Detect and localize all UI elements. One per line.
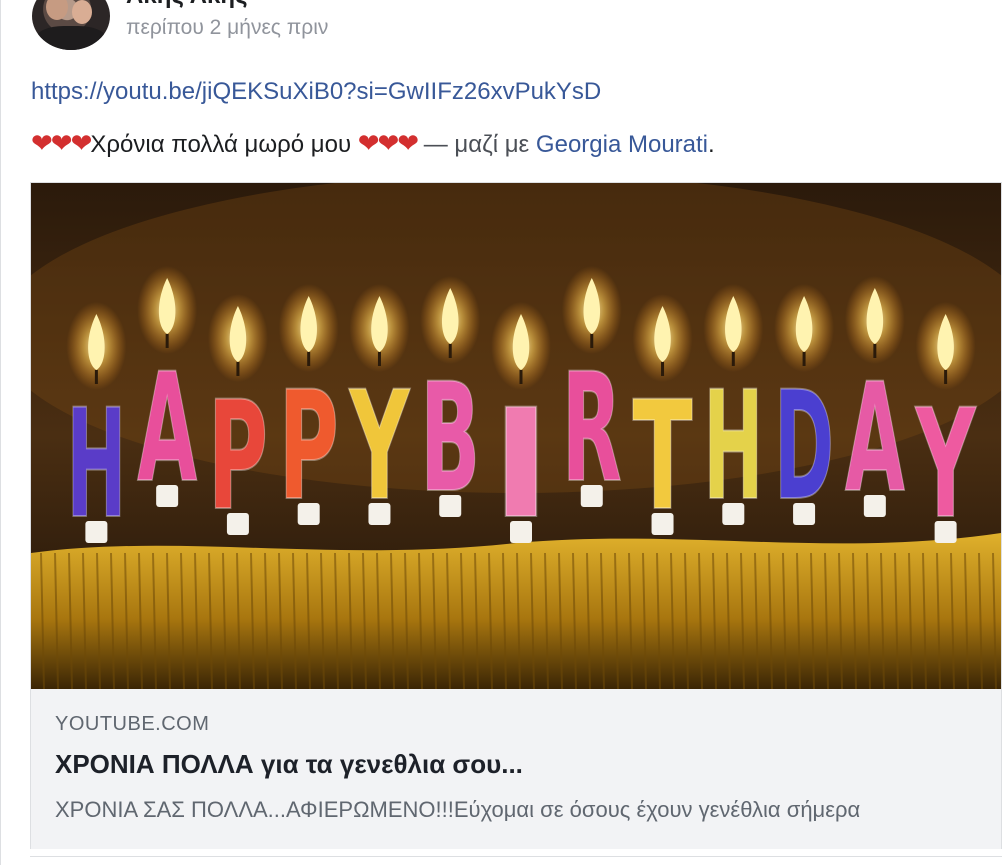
candle-8: T: [632, 294, 694, 545]
candle-holder: [297, 503, 320, 525]
candle-12: Y: [914, 302, 978, 553]
candle-holder: [510, 521, 532, 543]
author-name[interactable]: Ακης Ακης: [126, 0, 248, 10]
candle-9: H: [702, 284, 764, 535]
heart-icon: ❤❤❤: [31, 128, 92, 158]
candle-3: P: [278, 284, 340, 535]
candle-holder: [85, 521, 108, 543]
candle-10: D: [773, 284, 835, 535]
candle-7: R: [561, 266, 623, 517]
candle-holder: [863, 495, 886, 517]
post-header: Ακης Ακης περίπου 2 μήνες πριν: [32, 0, 992, 52]
preview-meta[interactable]: YOUTUBE.COM ΧΡΟΝΙΑ ΠΟΛΛΑ για τα γενεθλια…: [31, 689, 1001, 849]
avatar-face-right: [72, 0, 92, 24]
heart-icon: ❤❤❤: [357, 128, 419, 158]
candle-holder: [368, 503, 391, 525]
caption-end: .: [708, 131, 715, 158]
preview-description: ΧΡΟΝΙΑ ΣΑΣ ΠΟΛΛΑ...ΑΦΙΕΡΩΜΕΝΟ!!!Εύχομαι …: [55, 797, 861, 822]
link-preview-card[interactable]: HAPPYBIRTHDAY YOUTUBE.COM ΧΡΟΝΙΑ ΠΟΛΛΑ γ…: [30, 182, 1002, 849]
candle-holder: [722, 503, 745, 525]
avatar-face-left: [46, 0, 68, 20]
candle-5: B: [419, 276, 481, 527]
facebook-post-embed: Ακης Ακης περίπου 2 μήνες πριν https://y…: [0, 0, 1005, 865]
preview-thumbnail[interactable]: HAPPYBIRTHDAY: [31, 183, 1001, 689]
candle-holder: [226, 513, 249, 535]
tagged-person-link[interactable]: Georgia Mourati: [536, 131, 708, 158]
candle-1: A: [136, 266, 198, 517]
author-avatar[interactable]: [32, 0, 110, 50]
candle-holder: [651, 513, 674, 535]
candle-0: H: [65, 302, 127, 553]
post-caption: ❤❤❤Χρόνια πολλά μωρό μου ❤❤❤ — μαζί με G…: [31, 126, 715, 162]
candle-holder: [793, 503, 816, 525]
divider: [30, 856, 1002, 857]
with-prefix: — μαζί με: [417, 131, 536, 158]
candle-2: P: [207, 294, 269, 545]
candle-holder: [580, 485, 603, 507]
preview-domain: YOUTUBE.COM: [55, 713, 210, 735]
shared-link-url[interactable]: https://youtu.be/jiQEKSuXiB0?si=GwIIFz26…: [31, 76, 601, 108]
candle-11: A: [844, 276, 906, 527]
facebook-logo-icon[interactable]: [964, 0, 1005, 16]
post-timestamp[interactable]: περίπου 2 μήνες πριν: [126, 15, 328, 41]
preview-title[interactable]: ΧΡΟΝΙΑ ΠΟΛΛΑ για τα γενεθλια σου...: [55, 747, 523, 781]
candle-6: I: [490, 302, 552, 553]
birthday-candles-image: HAPPYBIRTHDAY: [31, 183, 1001, 689]
candle-holder: [439, 495, 462, 517]
candle-4: Y: [347, 284, 412, 535]
candle-holder: [156, 485, 179, 507]
avatar-shirt: [36, 26, 106, 50]
caption-text: Χρόνια πολλά μωρό μου: [90, 131, 358, 158]
candle-holder: [934, 521, 957, 543]
